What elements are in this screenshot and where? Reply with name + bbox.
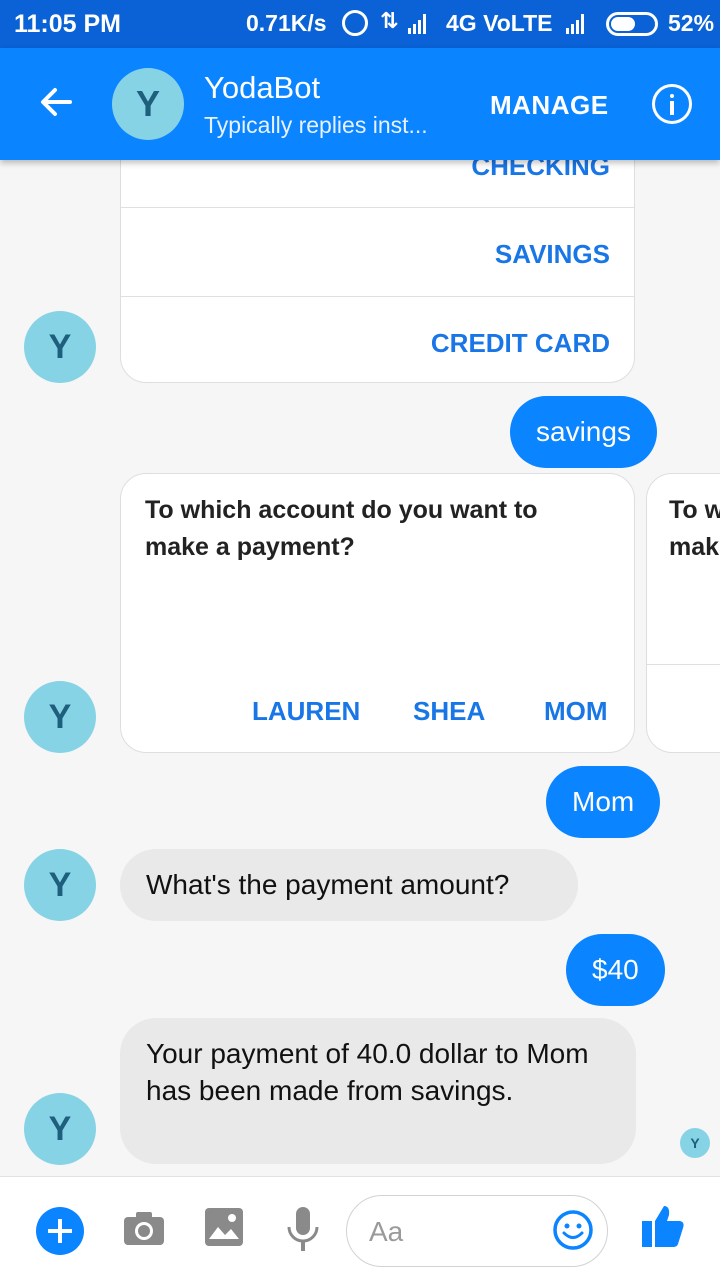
user-message[interactable]: Mom bbox=[546, 766, 661, 838]
chat-header: Y YodaBot Typically replies inst... MANA… bbox=[0, 48, 720, 160]
user-message[interactable]: $40 bbox=[566, 934, 665, 1006]
option-savings[interactable]: SAVINGS bbox=[495, 239, 610, 270]
bot-status: Typically replies inst... bbox=[204, 112, 428, 138]
bot-avatar: Y bbox=[24, 681, 96, 753]
data-transfer-icon: ⇅ bbox=[380, 8, 399, 33]
option-checking[interactable]: CHECKING bbox=[471, 160, 610, 182]
alarm-icon bbox=[342, 10, 368, 36]
message-composer: Aa bbox=[0, 1176, 720, 1280]
choice-shea[interactable]: SHEA bbox=[413, 696, 485, 727]
microphone-icon[interactable] bbox=[286, 1207, 320, 1253]
signal-icon bbox=[408, 14, 426, 34]
divider bbox=[647, 664, 720, 665]
network-type: 4G VoLTE bbox=[446, 10, 553, 36]
battery-percent: 52% bbox=[668, 10, 715, 36]
thumbs-up-icon[interactable] bbox=[640, 1203, 686, 1249]
camera-icon[interactable] bbox=[122, 1207, 166, 1251]
bot-avatar: Y bbox=[24, 1093, 96, 1165]
bot-name[interactable]: YodaBot bbox=[204, 70, 320, 106]
status-bar: 11:05 PM 0.71K/s ⇅ 4G VoLTE 52% bbox=[0, 0, 720, 48]
back-arrow-icon[interactable] bbox=[36, 82, 76, 122]
message-list[interactable]: CHECKING SAVINGS CREDIT CARD Y savings T… bbox=[0, 160, 720, 1176]
manage-button[interactable]: MANAGE bbox=[490, 90, 609, 121]
add-icon[interactable] bbox=[36, 1207, 84, 1255]
divider bbox=[121, 207, 634, 208]
bot-avatar: Y bbox=[24, 849, 96, 921]
bot-avatar: Y bbox=[24, 311, 96, 383]
option-credit-card[interactable]: CREDIT CARD bbox=[431, 328, 610, 359]
account-options-card: CHECKING SAVINGS CREDIT CARD bbox=[120, 160, 635, 383]
peek-text: To w mak bbox=[669, 496, 720, 561]
signal-icon-2 bbox=[566, 14, 584, 34]
bot-message[interactable]: What's the payment amount? bbox=[120, 849, 578, 921]
card-question: To which account do you want to make a p… bbox=[145, 496, 538, 561]
user-message[interactable]: savings bbox=[510, 396, 657, 468]
payment-account-card: To which account do you want to make a p… bbox=[120, 473, 635, 753]
seen-indicator-avatar: Y bbox=[680, 1128, 710, 1158]
next-card-peek[interactable]: To w mak bbox=[646, 473, 720, 753]
image-icon[interactable] bbox=[204, 1207, 244, 1247]
battery-icon bbox=[606, 12, 658, 36]
choice-lauren[interactable]: LAUREN bbox=[252, 696, 360, 727]
emoji-icon[interactable] bbox=[552, 1209, 594, 1251]
bot-avatar-header[interactable]: Y bbox=[112, 68, 184, 140]
status-time: 11:05 PM bbox=[14, 10, 122, 38]
divider bbox=[121, 296, 634, 297]
choice-mom[interactable]: MOM bbox=[544, 696, 608, 727]
bot-message[interactable]: Your payment of 40.0 dollar to Mom has b… bbox=[120, 1018, 636, 1164]
message-input-placeholder: Aa bbox=[369, 1216, 404, 1247]
info-icon[interactable] bbox=[652, 84, 692, 124]
network-speed: 0.71K/s bbox=[246, 10, 327, 36]
